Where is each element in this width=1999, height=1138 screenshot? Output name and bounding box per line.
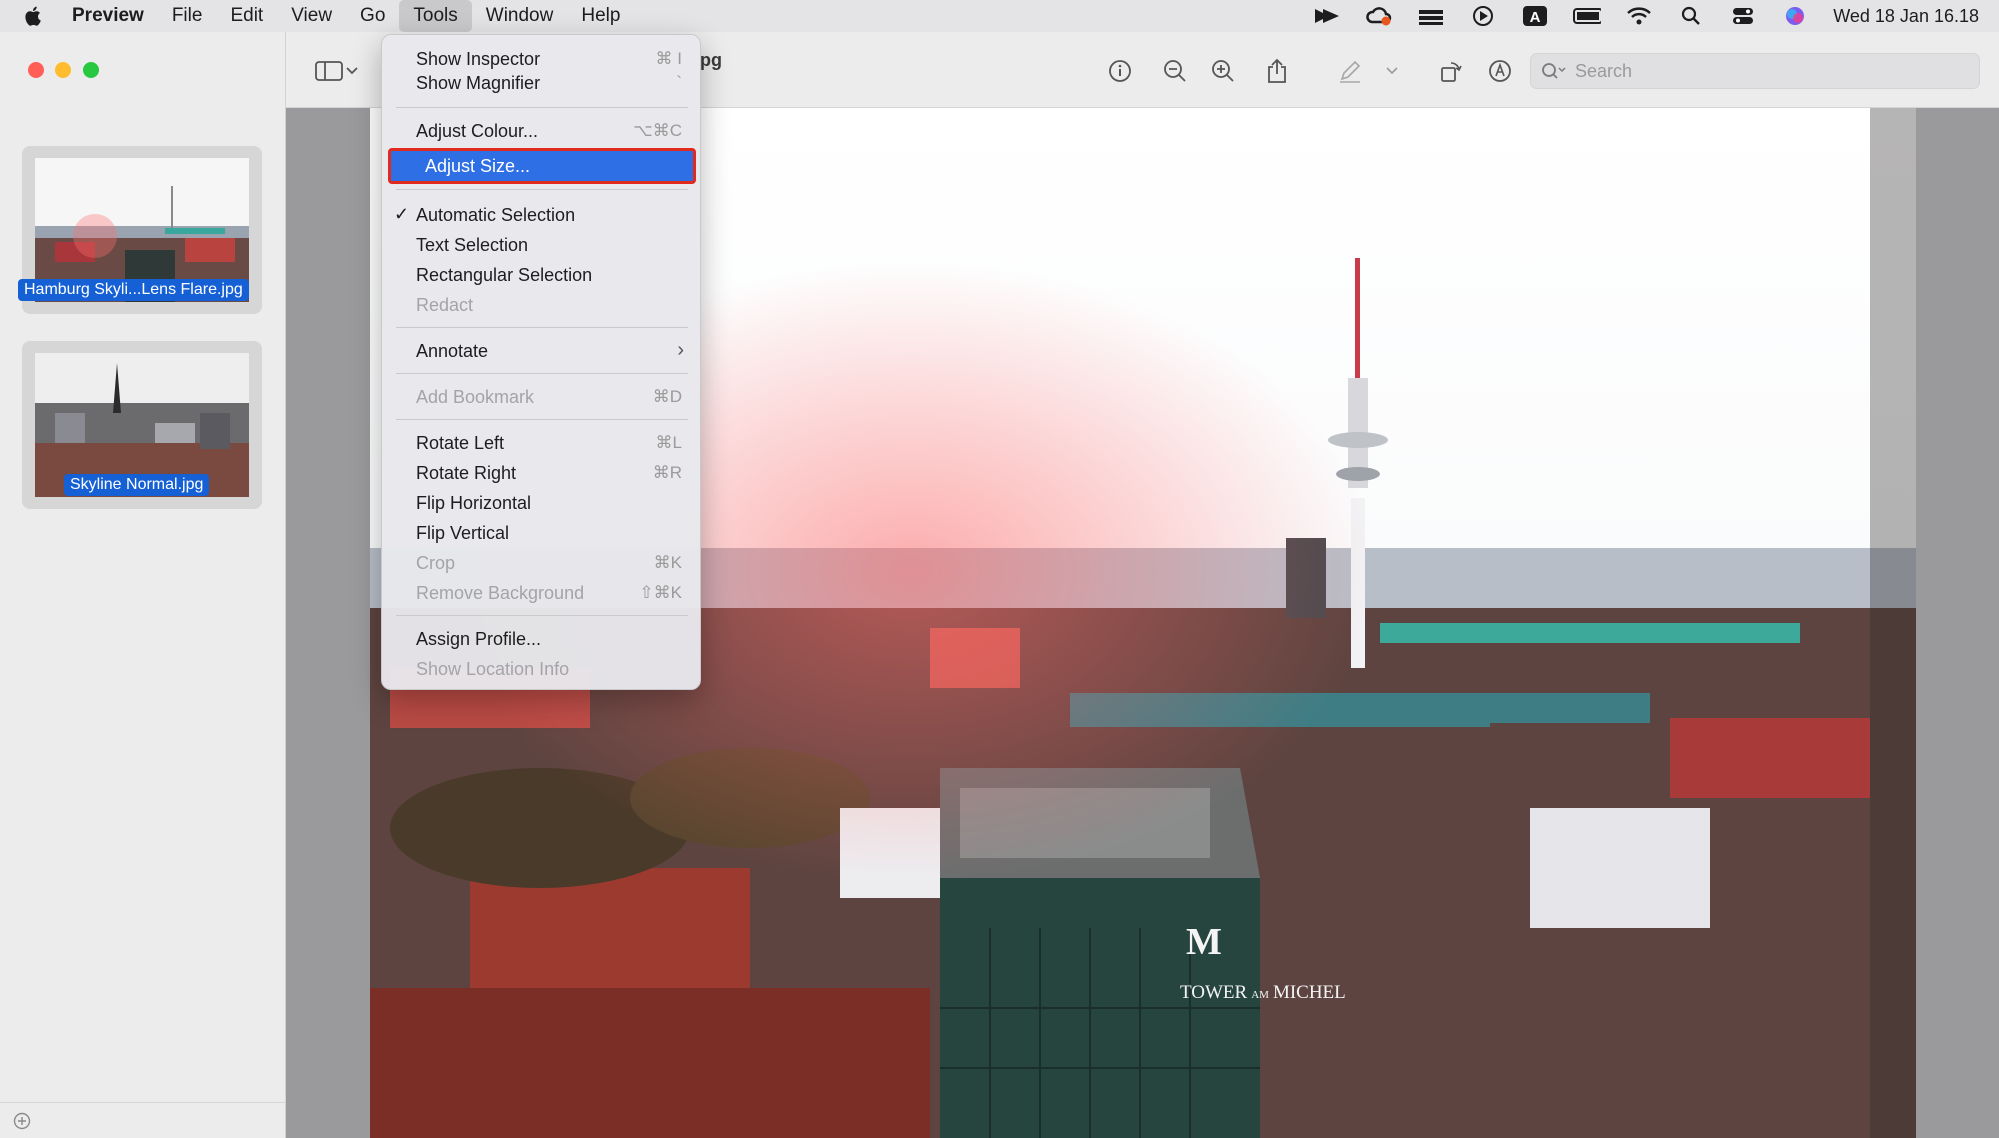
rotate-icon[interactable]: [1436, 56, 1466, 86]
sidebar-toggle-icon[interactable]: [314, 56, 344, 86]
play-status-icon[interactable]: [1469, 5, 1497, 27]
svg-text:A: A: [1530, 9, 1541, 26]
zoom-in-icon[interactable]: [1208, 56, 1238, 86]
menu-item-annotate[interactable]: Annotate ›: [382, 335, 702, 365]
add-page-icon[interactable]: [13, 1112, 31, 1135]
thumbnail-1-label[interactable]: Hamburg Skyli...Lens Flare.jpg: [18, 279, 249, 301]
menu-tools[interactable]: Tools: [399, 0, 472, 32]
zoom-out-icon[interactable]: [1160, 56, 1190, 86]
menu-help[interactable]: Help: [567, 0, 634, 32]
menu-item-assign-profile[interactable]: Assign Profile...: [382, 623, 702, 653]
menu-item-text-selection[interactable]: Text Selection: [382, 229, 702, 259]
building-sign-word-tower: TOWER: [1180, 982, 1248, 1003]
menu-item-rectangular-selection[interactable]: Rectangular Selection: [382, 259, 702, 289]
markup-toolbar-icon[interactable]: [1485, 56, 1515, 86]
menu-app-preview[interactable]: Preview: [58, 0, 158, 32]
apple-menu-icon[interactable]: [24, 5, 58, 27]
markup-options-chevron-icon[interactable]: [1384, 56, 1400, 86]
menu-view[interactable]: View: [277, 0, 346, 32]
checkmark-icon: ✓: [394, 204, 410, 224]
sidebar-footer: [0, 1102, 286, 1138]
control-center-icon[interactable]: [1729, 5, 1757, 27]
spotlight-search-icon[interactable]: [1677, 5, 1705, 27]
menu-item-adjust-colour[interactable]: Adjust Colour... ⌥⌘C: [382, 115, 702, 145]
thumbnail-sidebar: Hamburg Skyli...Lens Flare.jpg Skyline N…: [0, 32, 286, 1138]
menu-bar: Preview File Edit View Go Tools Window H…: [0, 0, 1999, 32]
menu-item-redact: Redact: [416, 295, 474, 315]
menu-file[interactable]: File: [158, 0, 217, 32]
battery-icon[interactable]: [1573, 5, 1602, 27]
building-sign-word-michel: MICHEL: [1272, 982, 1346, 1003]
drive-status-icon[interactable]: [1417, 5, 1445, 27]
menu-item-show-magnifier[interactable]: Show Magnifier `: [382, 67, 702, 97]
menu-item-flip-horizontal[interactable]: Flip Horizontal: [382, 487, 702, 517]
close-window-button[interactable]: [28, 62, 44, 78]
submenu-chevron-icon: ›: [677, 339, 684, 361]
thumbnail-2-label[interactable]: Skyline Normal.jpg: [64, 474, 210, 496]
menu-separator: [396, 327, 688, 328]
creative-cloud-icon[interactable]: [1365, 5, 1393, 27]
zoom-window-button[interactable]: [83, 62, 99, 78]
building-sign-text: TOWER AM MICHEL: [1180, 982, 1346, 1004]
menu-item-add-bookmark: Add Bookmark ⌘D: [416, 387, 682, 407]
sidebar-options-chevron-icon[interactable]: [344, 56, 360, 86]
building-sign-word-am: AM: [1251, 989, 1269, 1001]
share-icon[interactable]: [1262, 56, 1292, 86]
menu-window[interactable]: Window: [472, 0, 568, 32]
wifi-icon[interactable]: [1625, 5, 1653, 27]
siri-icon[interactable]: [1781, 5, 1809, 27]
menu-go[interactable]: Go: [346, 0, 399, 32]
menu-edit[interactable]: Edit: [216, 0, 277, 32]
menu-item-rotate-left[interactable]: Rotate Left ⌘L: [382, 427, 702, 457]
search-icon: [1541, 62, 1567, 80]
building-sign-logo: M: [1186, 921, 1222, 963]
menu-separator: [396, 419, 688, 420]
menu-separator: [396, 615, 688, 616]
input-source-icon[interactable]: A: [1521, 5, 1549, 27]
menu-item-flip-vertical[interactable]: Flip Vertical: [382, 517, 702, 547]
menu-item-rotate-right[interactable]: Rotate Right ⌘R: [382, 457, 702, 487]
menu-separator: [396, 373, 688, 374]
menu-separator: [396, 107, 688, 108]
menu-item-automatic-selection[interactable]: ✓ Automatic Selection: [382, 199, 702, 229]
arrow-status-icon[interactable]: [1313, 5, 1341, 27]
menu-item-remove-background: Remove Background ⇧⌘K: [416, 583, 682, 603]
search-placeholder: Search: [1575, 60, 1633, 81]
document-title: pg: [700, 50, 722, 70]
minimize-window-button[interactable]: [55, 62, 71, 78]
markup-pen-icon[interactable]: [1335, 56, 1365, 86]
info-icon[interactable]: [1105, 56, 1135, 86]
menubar-clock[interactable]: Wed 18 Jan 16.18: [1833, 6, 1979, 27]
menu-item-show-location-info: Show Location Info: [416, 659, 570, 679]
tools-dropdown-menu: Show Inspector ⌘ I Show Magnifier ` Adjust…: [381, 34, 701, 690]
menu-separator: [396, 189, 688, 190]
search-field[interactable]: Search: [1530, 53, 1980, 89]
menu-item-adjust-size[interactable]: Adjust Size...: [388, 148, 696, 184]
menu-item-crop: Crop ⌘K: [416, 553, 682, 573]
